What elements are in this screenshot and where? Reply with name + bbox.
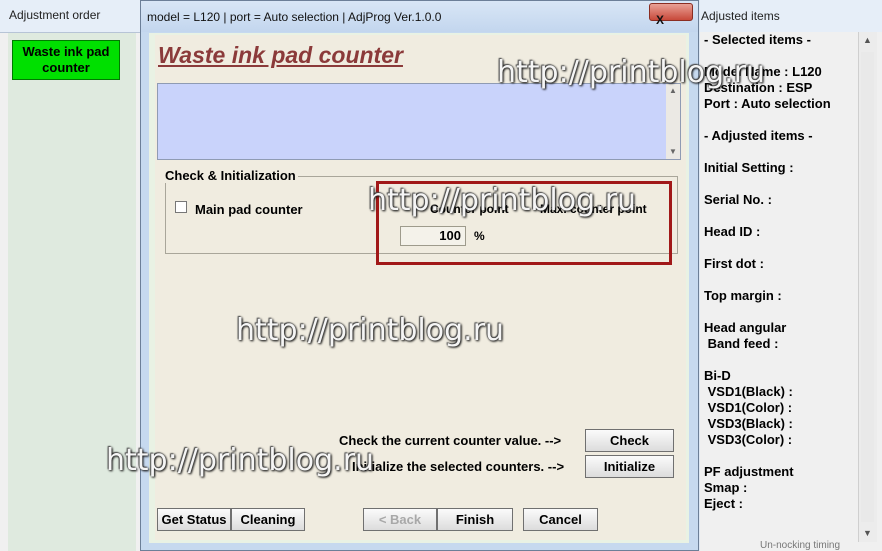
- list-item: Eject :: [704, 496, 744, 511]
- scrollbar-thumb[interactable]: [861, 52, 874, 522]
- list-item: Serial No. :: [704, 192, 772, 207]
- cleaning-button[interactable]: Cleaning: [231, 508, 305, 531]
- list-item: Top margin :: [704, 288, 782, 303]
- initialize-button[interactable]: Initialize: [585, 455, 674, 478]
- watermark: http://printblog.ru: [106, 443, 375, 478]
- adjusted-items-title: Adjusted items: [701, 9, 780, 23]
- close-button[interactable]: X: [649, 3, 693, 27]
- scroll-up-icon[interactable]: ▲: [863, 35, 872, 45]
- page-title: Waste ink pad counter: [158, 42, 403, 68]
- dialog-title: model = L120 | port = Auto selection | A…: [147, 10, 442, 24]
- adjusted-items-titlebar: Adjusted items: [700, 0, 882, 32]
- dialog-titlebar: model = L120 | port = Auto selection | A…: [141, 1, 698, 32]
- list-item: - Adjusted items -: [704, 128, 813, 143]
- adjustment-order-titlebar: Adjustment order: [0, 0, 140, 33]
- list-item: Port : Auto selection: [704, 96, 831, 111]
- list-item: Bi-D: [704, 368, 731, 383]
- close-icon: X: [656, 13, 665, 27]
- list-item: VSD1(Color) :: [704, 400, 793, 415]
- adjustment-order-title: Adjustment order: [9, 8, 101, 22]
- adjusted-items-scrollbar[interactable]: ▲ ▼: [858, 32, 877, 542]
- listbox-scrollbar[interactable]: ▲ ▼: [666, 84, 680, 159]
- list-item: First dot :: [704, 256, 764, 271]
- get-status-button[interactable]: Get Status: [157, 508, 231, 531]
- list-item: - Selected items -: [704, 32, 811, 47]
- list-item: PF adjustment: [704, 464, 794, 479]
- list-item: Head angular: [704, 320, 787, 335]
- finish-button[interactable]: Finish: [437, 508, 513, 531]
- scroll-down-icon[interactable]: ▼: [669, 147, 677, 156]
- list-item: VSD3(Color) :: [704, 432, 793, 447]
- status-listbox[interactable]: [157, 83, 681, 160]
- list-item: VSD3(Black) :: [704, 416, 793, 431]
- watermark: http://printblog.ru: [497, 55, 766, 90]
- check-button[interactable]: Check: [585, 429, 674, 452]
- main-pad-counter-label: Main pad counter: [195, 202, 303, 217]
- initialize-hint: Initialize the selected counters. -->: [352, 459, 565, 474]
- back-button[interactable]: < Back: [363, 508, 437, 531]
- group-title: Check & Initialization: [163, 168, 298, 183]
- cancel-button[interactable]: Cancel: [523, 508, 598, 531]
- list-item: VSD1(Black) :: [704, 384, 793, 399]
- list-item: Head ID :: [704, 224, 761, 239]
- scroll-down-icon[interactable]: ▼: [863, 528, 872, 538]
- main-pad-counter-checkbox[interactable]: [175, 201, 187, 213]
- watermark: http://printblog.ru: [368, 183, 637, 218]
- adjusted-items-footer: Un-nocking timing: [760, 540, 841, 551]
- list-item: Band feed :: [704, 336, 779, 351]
- watermark: http://printblog.ru: [236, 313, 505, 348]
- list-item: Smap :: [704, 480, 748, 495]
- list-item: Initial Setting :: [704, 160, 794, 175]
- waste-ink-pad-counter-button[interactable]: Waste ink pad counter: [12, 40, 120, 80]
